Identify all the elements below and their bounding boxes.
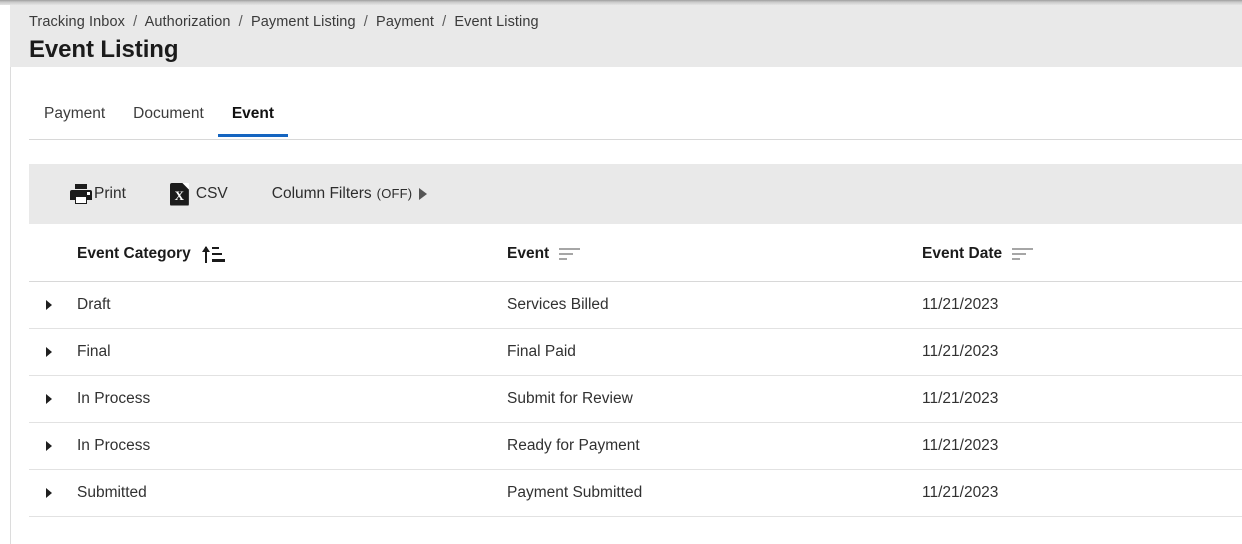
expand-row-icon[interactable] [46, 346, 52, 357]
tab-event[interactable]: Event [217, 104, 289, 137]
column-filters-label: Column Filters [271, 185, 372, 202]
breadcrumb-separator: / [238, 14, 243, 30]
breadcrumb-separator: / [442, 14, 447, 30]
page-header: Tracking Inbox / Authorization / Payment… [10, 5, 1242, 67]
table-row[interactable]: Draft Services Billed 11/21/2023 [29, 281, 1242, 329]
page-title: Event Listing [29, 36, 179, 63]
breadcrumb-item-tracking-inbox[interactable]: Tracking Inbox [29, 14, 125, 30]
sort-ascending-icon[interactable] [201, 245, 225, 263]
cell-event-date: 11/21/2023 [922, 422, 1242, 470]
cell-event-date: 11/21/2023 [922, 375, 1242, 423]
row-expand-cell[interactable] [29, 469, 77, 517]
table-row[interactable]: In Process Ready for Payment 11/21/2023 [29, 422, 1242, 470]
cell-event-date: 11/21/2023 [922, 469, 1242, 517]
table-header-row: Event Category Event Event Date [29, 245, 1242, 282]
breadcrumb-item-payment-listing[interactable]: Payment Listing [251, 14, 356, 30]
breadcrumb-item-payment[interactable]: Payment [376, 14, 434, 30]
table-row[interactable]: Final Final Paid 11/21/2023 [29, 328, 1242, 376]
printer-icon [70, 184, 92, 204]
sort-icon[interactable] [1012, 247, 1034, 262]
expand-row-icon[interactable] [46, 440, 52, 451]
table-row[interactable]: Submitted Payment Submitted 11/21/2023 [29, 469, 1242, 517]
cell-event: Services Billed [507, 281, 922, 329]
event-table-container: Event Category Event Event Date Draft Se… [29, 245, 1242, 517]
table-toolbar: Print X CSV Column Filters (OFF) [29, 164, 1242, 224]
cell-event: Submit for Review [507, 375, 922, 423]
breadcrumb-separator: / [133, 14, 138, 30]
tab-bar: Payment Document Event [11, 67, 1242, 137]
row-expand-cell[interactable] [29, 328, 77, 376]
expand-row-icon[interactable] [46, 299, 52, 310]
chevron-right-icon [419, 188, 428, 200]
sort-icon[interactable] [559, 247, 581, 262]
breadcrumb-item-event-listing[interactable]: Event Listing [454, 14, 538, 30]
column-header-event-date-label: Event Date [922, 245, 1003, 262]
breadcrumb-separator: / [363, 14, 368, 30]
breadcrumb: Tracking Inbox / Authorization / Payment… [29, 13, 1242, 31]
column-header-event-category-label: Event Category [77, 245, 191, 262]
cell-event-category: Submitted [77, 469, 507, 517]
csv-export-button[interactable]: X CSV [169, 182, 228, 206]
cell-event-category: In Process [77, 422, 507, 470]
cell-event-date: 11/21/2023 [922, 281, 1242, 329]
cell-event-category: Draft [77, 281, 507, 329]
row-expand-cell[interactable] [29, 375, 77, 423]
cell-event: Final Paid [507, 328, 922, 376]
print-button-label: Print [94, 185, 126, 202]
table-row[interactable]: In Process Submit for Review 11/21/2023 [29, 375, 1242, 423]
table-header-expand [29, 245, 77, 282]
cell-event-category: Final [77, 328, 507, 376]
breadcrumb-item-authorization[interactable]: Authorization [145, 14, 231, 30]
tab-payment[interactable]: Payment [30, 104, 119, 137]
cell-event: Payment Submitted [507, 469, 922, 517]
event-table: Event Category Event Event Date Draft Se… [29, 245, 1242, 517]
column-filters-toggle[interactable]: Column Filters (OFF) [272, 184, 428, 204]
column-header-event-category[interactable]: Event Category [77, 245, 507, 282]
expand-row-icon[interactable] [46, 393, 52, 404]
column-header-event[interactable]: Event [507, 245, 922, 282]
tab-document[interactable]: Document [119, 104, 218, 137]
row-expand-cell[interactable] [29, 422, 77, 470]
tab-bar-divider [29, 139, 1242, 140]
column-filters-state: (OFF) [376, 186, 413, 201]
cell-event-date: 11/21/2023 [922, 328, 1242, 376]
cell-event-category: In Process [77, 375, 507, 423]
column-header-event-date[interactable]: Event Date [922, 245, 1242, 282]
csv-file-icon: X [169, 182, 189, 206]
csv-icon-letter: X [174, 187, 185, 203]
expand-row-icon[interactable] [46, 487, 52, 498]
column-header-event-label: Event [507, 245, 550, 262]
table-body: Draft Services Billed 11/21/2023 Final F… [29, 281, 1242, 517]
cell-event: Ready for Payment [507, 422, 922, 470]
print-button[interactable]: Print [70, 184, 126, 204]
csv-export-button-label: CSV [195, 185, 228, 202]
row-expand-cell[interactable] [29, 281, 77, 329]
